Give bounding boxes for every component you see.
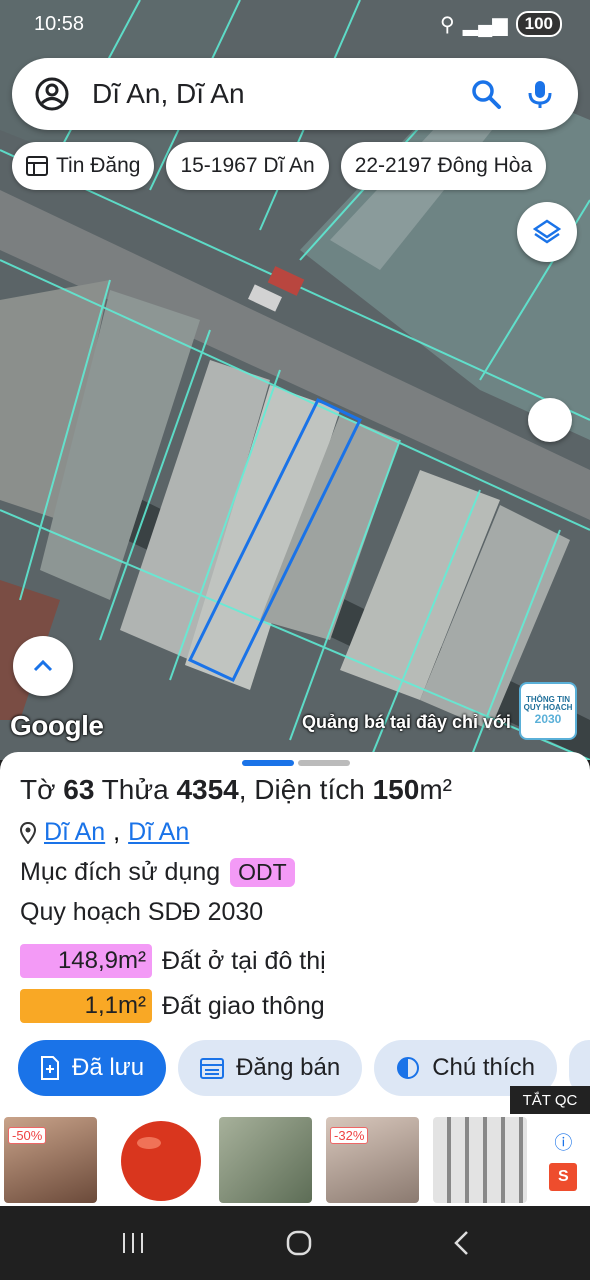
chip-label: Tin Đăng xyxy=(56,154,141,177)
chip-tin-dang[interactable]: Tin Đăng xyxy=(12,142,155,190)
parcel-location: Dĩ An, Dĩ An xyxy=(20,818,189,847)
chip-row: Tin Đăng 15-1967 Dĩ An 22-2197 Đông Hòa xyxy=(12,142,547,190)
zone-row: 1,1m² Đất giao thông xyxy=(20,989,325,1023)
shopee-ad[interactable]: ⓘ S xyxy=(540,1117,586,1203)
status-time: 10:58 xyxy=(34,12,85,35)
discount-badge: -50% xyxy=(8,1127,47,1144)
location-icon: ⚲ xyxy=(440,13,455,36)
expand-up-button[interactable] xyxy=(13,636,73,696)
chip-22-2197[interactable]: 22-2197 Đông Hòa xyxy=(340,142,547,190)
battery-indicator: 100 xyxy=(515,11,562,37)
compass-button[interactable] xyxy=(528,398,572,442)
chip-15-1967[interactable]: 15-1967 Dĩ An xyxy=(166,142,329,190)
back-icon[interactable] xyxy=(452,1229,470,1257)
ad-product[interactable]: -50% xyxy=(4,1117,98,1203)
layers-icon xyxy=(533,219,561,244)
info-icon[interactable]: ⓘ xyxy=(554,1129,572,1155)
layers-button[interactable] xyxy=(517,202,577,262)
area-unit: m² xyxy=(419,774,452,805)
plan-label: Quy hoạch SDĐ 2030 xyxy=(20,898,264,926)
parcel-area: 150 xyxy=(372,774,420,805)
button-label: Đã lưu xyxy=(72,1054,145,1081)
purpose-badge: ODT xyxy=(230,858,295,887)
microphone-icon[interactable] xyxy=(524,78,556,110)
zone-row: 148,9m² Đất ở tại đô thị xyxy=(20,944,326,978)
list-icon xyxy=(26,156,48,176)
saved-icon xyxy=(41,1056,59,1080)
title-text: Tờ xyxy=(20,774,64,805)
contrast-icon xyxy=(397,1057,420,1079)
chip-label: 15-1967 Dĩ An xyxy=(180,154,315,177)
map-ad-text[interactable]: Quảng bá tại đây chỉ với xyxy=(302,712,511,733)
ad-product[interactable]: -32% xyxy=(326,1117,420,1203)
chevron-up-icon xyxy=(33,659,53,672)
calendar-icon xyxy=(200,1058,225,1079)
google-attribution: Google xyxy=(10,710,104,741)
plot-number: 4354 xyxy=(176,774,239,805)
red-ball-image xyxy=(121,1121,202,1201)
location-link-ward[interactable]: Dĩ An xyxy=(44,818,105,847)
home-icon[interactable] xyxy=(285,1229,313,1257)
status-bar: 10:58 ⚲ ▂▄▆ 100 xyxy=(0,0,590,48)
zone-label: Đất ở tại đô thị xyxy=(162,946,326,975)
parcel-title: Tờ 63 Thửa 4354, Diện tích 150m² xyxy=(20,774,452,806)
chip-label: 22-2197 Đông Hòa xyxy=(354,154,533,177)
search-bar[interactable]: Dĩ An, Dĩ An xyxy=(12,58,578,130)
button-label: Chú thích xyxy=(432,1054,535,1081)
ad-strip: -50% -32% ⓘ S xyxy=(0,1114,590,1206)
close-ad-button[interactable]: TẮT QC xyxy=(510,1086,590,1114)
parcel-info-sheet: Tờ 63 Thửa 4354, Diện tích 150m² Dĩ An, D… xyxy=(0,752,590,1114)
shopee-bag-icon: S xyxy=(549,1163,578,1191)
sheet-number: 63 xyxy=(63,774,95,805)
purpose-row: Mục đích sử dụng ODT xyxy=(20,858,295,887)
recents-icon[interactable] xyxy=(120,1231,146,1255)
ad-product[interactable] xyxy=(218,1117,313,1203)
satellite-map[interactable]: 10:58 ⚲ ▂▄▆ 100 Dĩ An, Dĩ An Tin Đăng 15… xyxy=(0,0,590,760)
account-icon[interactable] xyxy=(34,76,70,112)
post-sale-button[interactable]: Đăng bán xyxy=(178,1040,363,1096)
location-link-city[interactable]: Dĩ An xyxy=(128,818,189,847)
ad-product[interactable] xyxy=(111,1117,205,1203)
discount-badge: -32% xyxy=(330,1127,369,1144)
map-ad-logo[interactable]: THÔNG TIN QUY HOẠCH 2030 xyxy=(519,682,577,740)
action-buttons: Đã lưu Đăng bán Chú thích xyxy=(18,1040,590,1096)
plan-row: Quy hoạch SDĐ 2030 xyxy=(20,898,263,927)
saved-button[interactable]: Đã lưu xyxy=(18,1040,167,1096)
zone-label: Đất giao thông xyxy=(162,991,325,1020)
zone-area-box: 1,1m² xyxy=(20,989,152,1023)
title-text: , Diện tích xyxy=(238,774,373,805)
signal-icon: ▂▄▆ xyxy=(462,13,508,36)
title-text: Thửa xyxy=(94,774,177,805)
zone-area-box: 148,9m² xyxy=(20,944,152,978)
purpose-label: Mục đích sử dụng xyxy=(20,858,221,886)
location-separator: , xyxy=(113,818,121,846)
sheet-drag-handle[interactable] xyxy=(242,760,350,766)
ad-logo-text: THÔNG TIN QUY HOẠCH xyxy=(523,694,573,713)
button-label: Đăng bán xyxy=(236,1054,341,1081)
search-input[interactable]: Dĩ An, Dĩ An xyxy=(92,78,448,110)
ad-logo-number: 2030 xyxy=(534,712,562,727)
pin-icon xyxy=(20,821,36,844)
system-nav-bar xyxy=(0,1206,590,1280)
ad-product[interactable] xyxy=(433,1117,527,1203)
search-icon[interactable] xyxy=(470,78,502,110)
